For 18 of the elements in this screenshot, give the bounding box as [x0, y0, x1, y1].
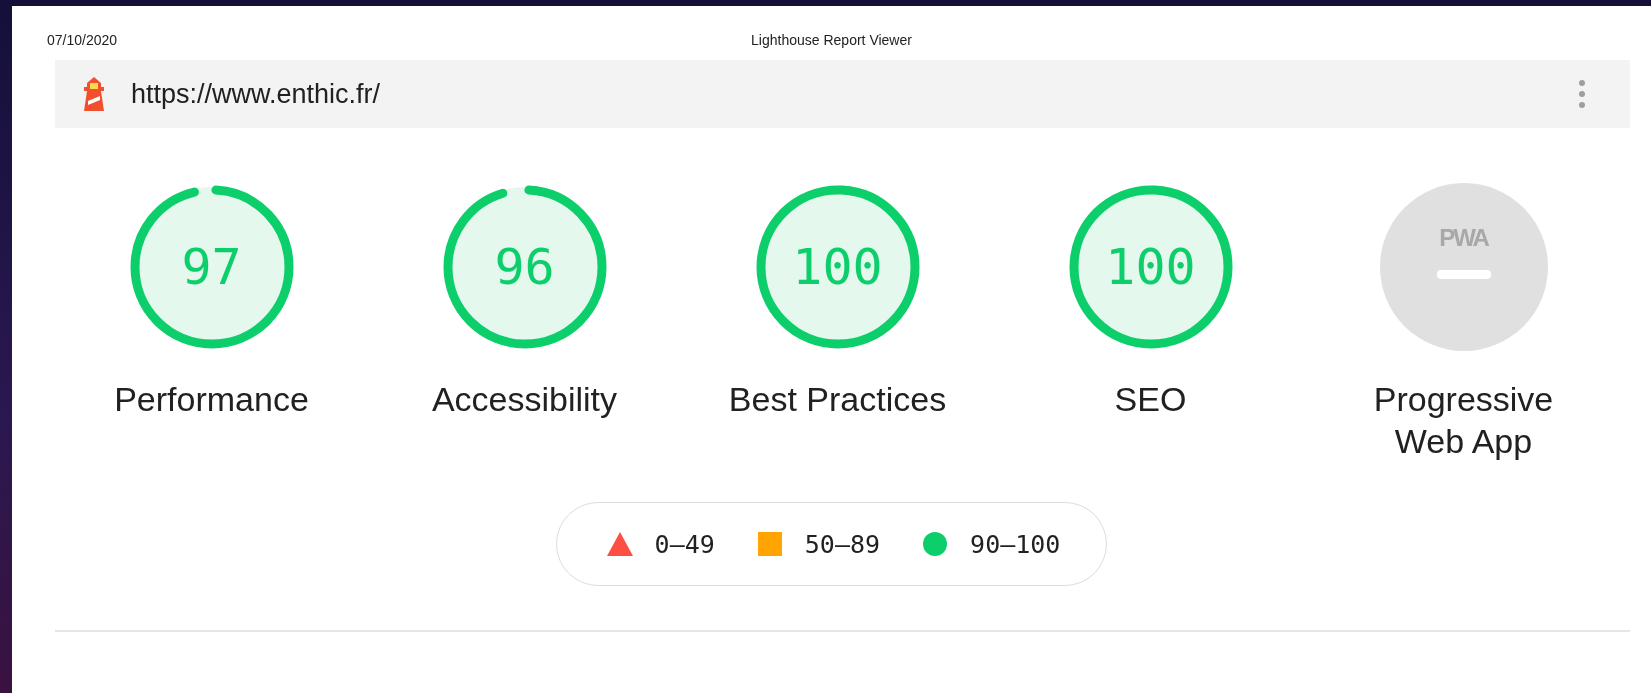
score-value: 100 — [1105, 238, 1196, 296]
report-url[interactable]: https://www.enthic.fr/ — [131, 78, 1578, 110]
category-label: Progressive Web App — [1372, 379, 1555, 462]
score-value: 100 — [792, 238, 883, 296]
pwa-badge-label: PWA — [1439, 224, 1488, 252]
category-label: Best Practices — [727, 379, 948, 420]
page-title: Lighthouse Report Viewer — [751, 32, 912, 48]
category-label: SEO — [1113, 379, 1188, 420]
score-range: 90–100 — [970, 529, 1061, 559]
score-range: 0–49 — [654, 529, 715, 559]
print-date: 07/10/2020 — [47, 32, 118, 48]
category-label: Performance — [113, 379, 310, 420]
more-menu-icon[interactable] — [1578, 78, 1586, 110]
category-label: Accessibility — [430, 379, 619, 420]
score-value: 96 — [494, 238, 555, 296]
score-range: 50–89 — [804, 529, 881, 559]
score-value: 97 — [181, 238, 242, 296]
lighthouse-icon — [81, 75, 107, 113]
